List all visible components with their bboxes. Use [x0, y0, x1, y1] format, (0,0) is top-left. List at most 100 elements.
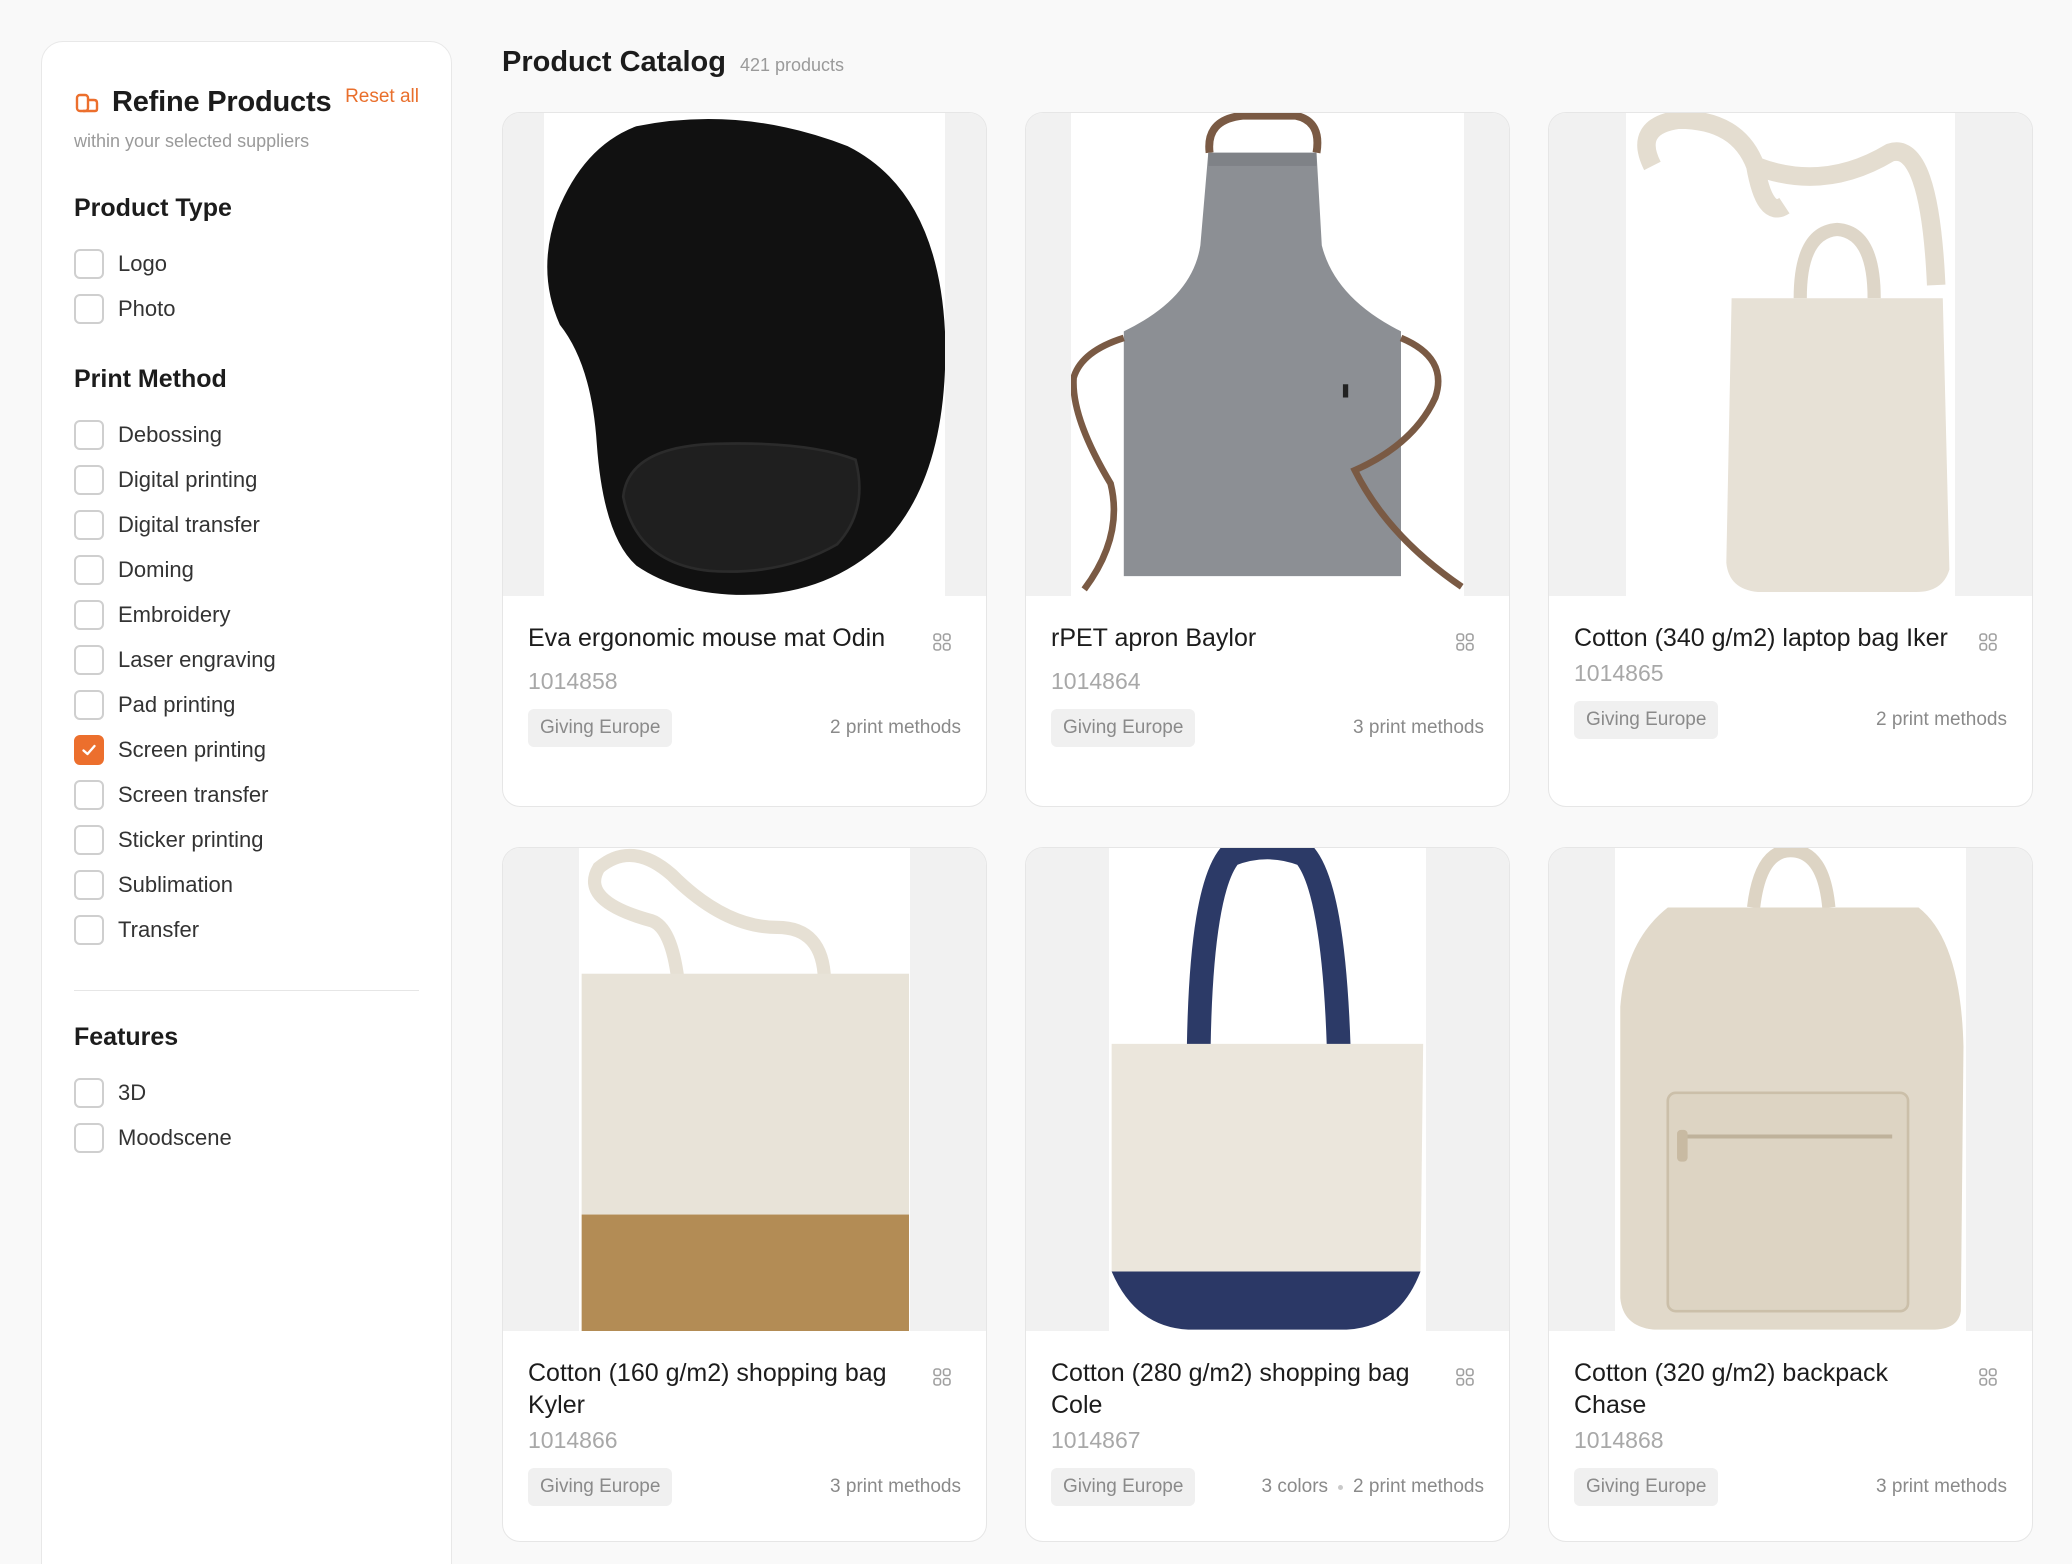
filter-option[interactable]: Doming	[74, 547, 419, 592]
product-card-body: Cotton (160 g/m2) shopping bag Kyler 101…	[503, 1331, 986, 1506]
product-image-area	[1549, 113, 2032, 596]
product-name: Cotton (340 g/m2) laptop bag Iker	[1574, 624, 1948, 652]
product-card-body: Eva ergonomic mouse mat Odin 1014858 Giv…	[503, 596, 986, 747]
product-image	[1070, 113, 1465, 596]
sidebar-title-wrap: Refine Products	[74, 86, 332, 119]
filter-checkbox[interactable]	[74, 914, 104, 945]
filter-checkbox[interactable]	[74, 1122, 104, 1153]
catalog-header: Product Catalog 421 products	[502, 46, 844, 79]
filter-option[interactable]: Transfer	[74, 907, 419, 952]
filter-checkbox[interactable]	[74, 293, 104, 324]
product-sku: 1014866	[528, 1427, 618, 1453]
product-name: Cotton (160 g/m2) shopping bag Kyler	[528, 1359, 887, 1419]
product-card[interactable]: Eva ergonomic mouse mat Odin 1014858 Giv…	[502, 112, 987, 807]
filter-option-label: Pad printing	[118, 691, 236, 717]
filter-checkbox[interactable]	[74, 689, 104, 720]
filter-option-label: Screen transfer	[118, 781, 269, 807]
sidebar-divider	[74, 990, 419, 991]
filter-option[interactable]: Moodscene	[74, 1115, 419, 1160]
filter-option[interactable]: Pad printing	[74, 682, 419, 727]
supplier-badge: Giving Europe	[528, 709, 673, 747]
print-methods-count: 2 print methods	[830, 717, 961, 738]
print-methods-count: 3 print methods	[1353, 717, 1484, 738]
product-card-body: Cotton (320 g/m2) backpack Chase 1014868…	[1549, 1331, 2032, 1506]
grid-icon[interactable]	[1455, 1367, 1475, 1387]
product-image	[1614, 848, 1967, 1331]
product-image-area	[503, 113, 986, 596]
product-colors: 3 colors	[1261, 1476, 1329, 1497]
filter-checkbox[interactable]	[74, 869, 104, 900]
product-sku: 1014865	[1574, 660, 1664, 686]
filter-option-label: Digital printing	[118, 466, 258, 492]
filter-option[interactable]: 3D	[74, 1070, 419, 1115]
filter-checkbox[interactable]	[74, 509, 104, 540]
filter-option[interactable]: Sublimation	[74, 862, 419, 907]
product-card[interactable]: rPET apron Baylor 1014864 Giving Europe …	[1025, 112, 1510, 807]
filter-checkbox[interactable]	[74, 419, 104, 450]
filter-group-title: Product Type	[74, 194, 232, 222]
filter-checkbox[interactable]	[74, 248, 104, 279]
grid-icon[interactable]	[1455, 632, 1475, 652]
product-card[interactable]: Cotton (280 g/m2) shopping bag Cole 1014…	[1025, 847, 1510, 1542]
product-card-footer: Giving Europe 3 print methods	[1051, 709, 1484, 747]
filter-group: Product Type Logo Photo	[74, 194, 419, 331]
filter-option[interactable]: Digital printing	[74, 457, 419, 502]
filter-option-label: Digital transfer	[118, 511, 260, 537]
grid-icon[interactable]	[932, 632, 952, 652]
product-sku: 1014868	[1574, 1427, 1664, 1453]
filter-option[interactable]: Laser engraving	[74, 637, 419, 682]
grid-icon[interactable]	[1978, 632, 1998, 652]
product-image	[578, 848, 911, 1331]
product-image-area	[503, 848, 986, 1331]
filter-option[interactable]: Digital transfer	[74, 502, 419, 547]
product-card[interactable]: Cotton (340 g/m2) laptop bag Iker 101486…	[1548, 112, 2033, 807]
product-card[interactable]: Cotton (160 g/m2) shopping bag Kyler 101…	[502, 847, 987, 1542]
filter-checkbox[interactable]	[74, 1077, 104, 1108]
product-name: Cotton (320 g/m2) backpack Chase	[1574, 1359, 1889, 1419]
separator-dot	[1338, 1484, 1344, 1490]
filter-option-label: Sticker printing	[118, 826, 264, 852]
filter-option[interactable]: Screen transfer	[74, 772, 419, 817]
filter-option[interactable]: Screen printing	[74, 727, 419, 772]
print-methods-count: 3 print methods	[830, 1476, 961, 1497]
product-card-footer: Giving Europe 3 colors 2 print methods	[1051, 1468, 1484, 1506]
product-image-area	[1549, 848, 2032, 1331]
product-card-footer: Giving Europe 2 print methods	[1574, 701, 2007, 739]
filter-checkbox[interactable]	[74, 644, 104, 675]
filter-checkbox[interactable]	[74, 824, 104, 855]
filter-option-label: Screen printing	[118, 736, 266, 762]
grid-icon[interactable]	[1978, 1367, 1998, 1387]
print-methods-count: 2 print methods	[1876, 709, 2007, 730]
product-meta: 2 print methods	[1876, 709, 2007, 731]
sidebar-header: Refine Products Reset all	[74, 82, 419, 119]
product-meta: 3 print methods	[830, 1476, 961, 1498]
filter-option[interactable]: Photo	[74, 286, 419, 331]
product-name: Cotton (280 g/m2) shopping bag Cole	[1051, 1359, 1410, 1419]
product-sku: 1014864	[1051, 668, 1141, 694]
grid-icon[interactable]	[932, 1367, 952, 1387]
filter-checkbox[interactable]	[74, 734, 104, 765]
filter-option-label: Logo	[118, 250, 167, 276]
filter-checkbox[interactable]	[74, 554, 104, 585]
filter-option[interactable]: Sticker printing	[74, 817, 419, 862]
product-card-body: Cotton (340 g/m2) laptop bag Iker 101486…	[1549, 596, 2032, 739]
filter-group-title: Features	[74, 1023, 179, 1051]
filter-option[interactable]: Debossing	[74, 412, 419, 457]
reset-all-link[interactable]: Reset all	[345, 86, 419, 108]
filter-checkbox[interactable]	[74, 464, 104, 495]
filter-checkbox[interactable]	[74, 779, 104, 810]
supplier-badge: Giving Europe	[1051, 709, 1196, 747]
filter-option-label: Moodscene	[118, 1124, 232, 1150]
product-meta: 3 colors 2 print methods	[1262, 1476, 1485, 1498]
product-card[interactable]: Cotton (320 g/m2) backpack Chase 1014868…	[1548, 847, 2033, 1542]
product-card-footer: Giving Europe 3 print methods	[1574, 1468, 2007, 1506]
filter-option-label: Laser engraving	[118, 646, 276, 672]
product-grid: Eva ergonomic mouse mat Odin 1014858 Giv…	[502, 112, 2033, 1542]
filter-groups: Product Type Logo Photo Print Method Debossi…	[74, 194, 419, 1160]
filter-option[interactable]: Logo	[74, 241, 419, 286]
product-card-body: rPET apron Baylor 1014864 Giving Europe …	[1026, 596, 1509, 747]
print-methods-count: 3 print methods	[1876, 1476, 2007, 1497]
filter-option-label: Doming	[118, 556, 194, 582]
filter-option[interactable]: Embroidery	[74, 592, 419, 637]
filter-checkbox[interactable]	[74, 599, 104, 630]
